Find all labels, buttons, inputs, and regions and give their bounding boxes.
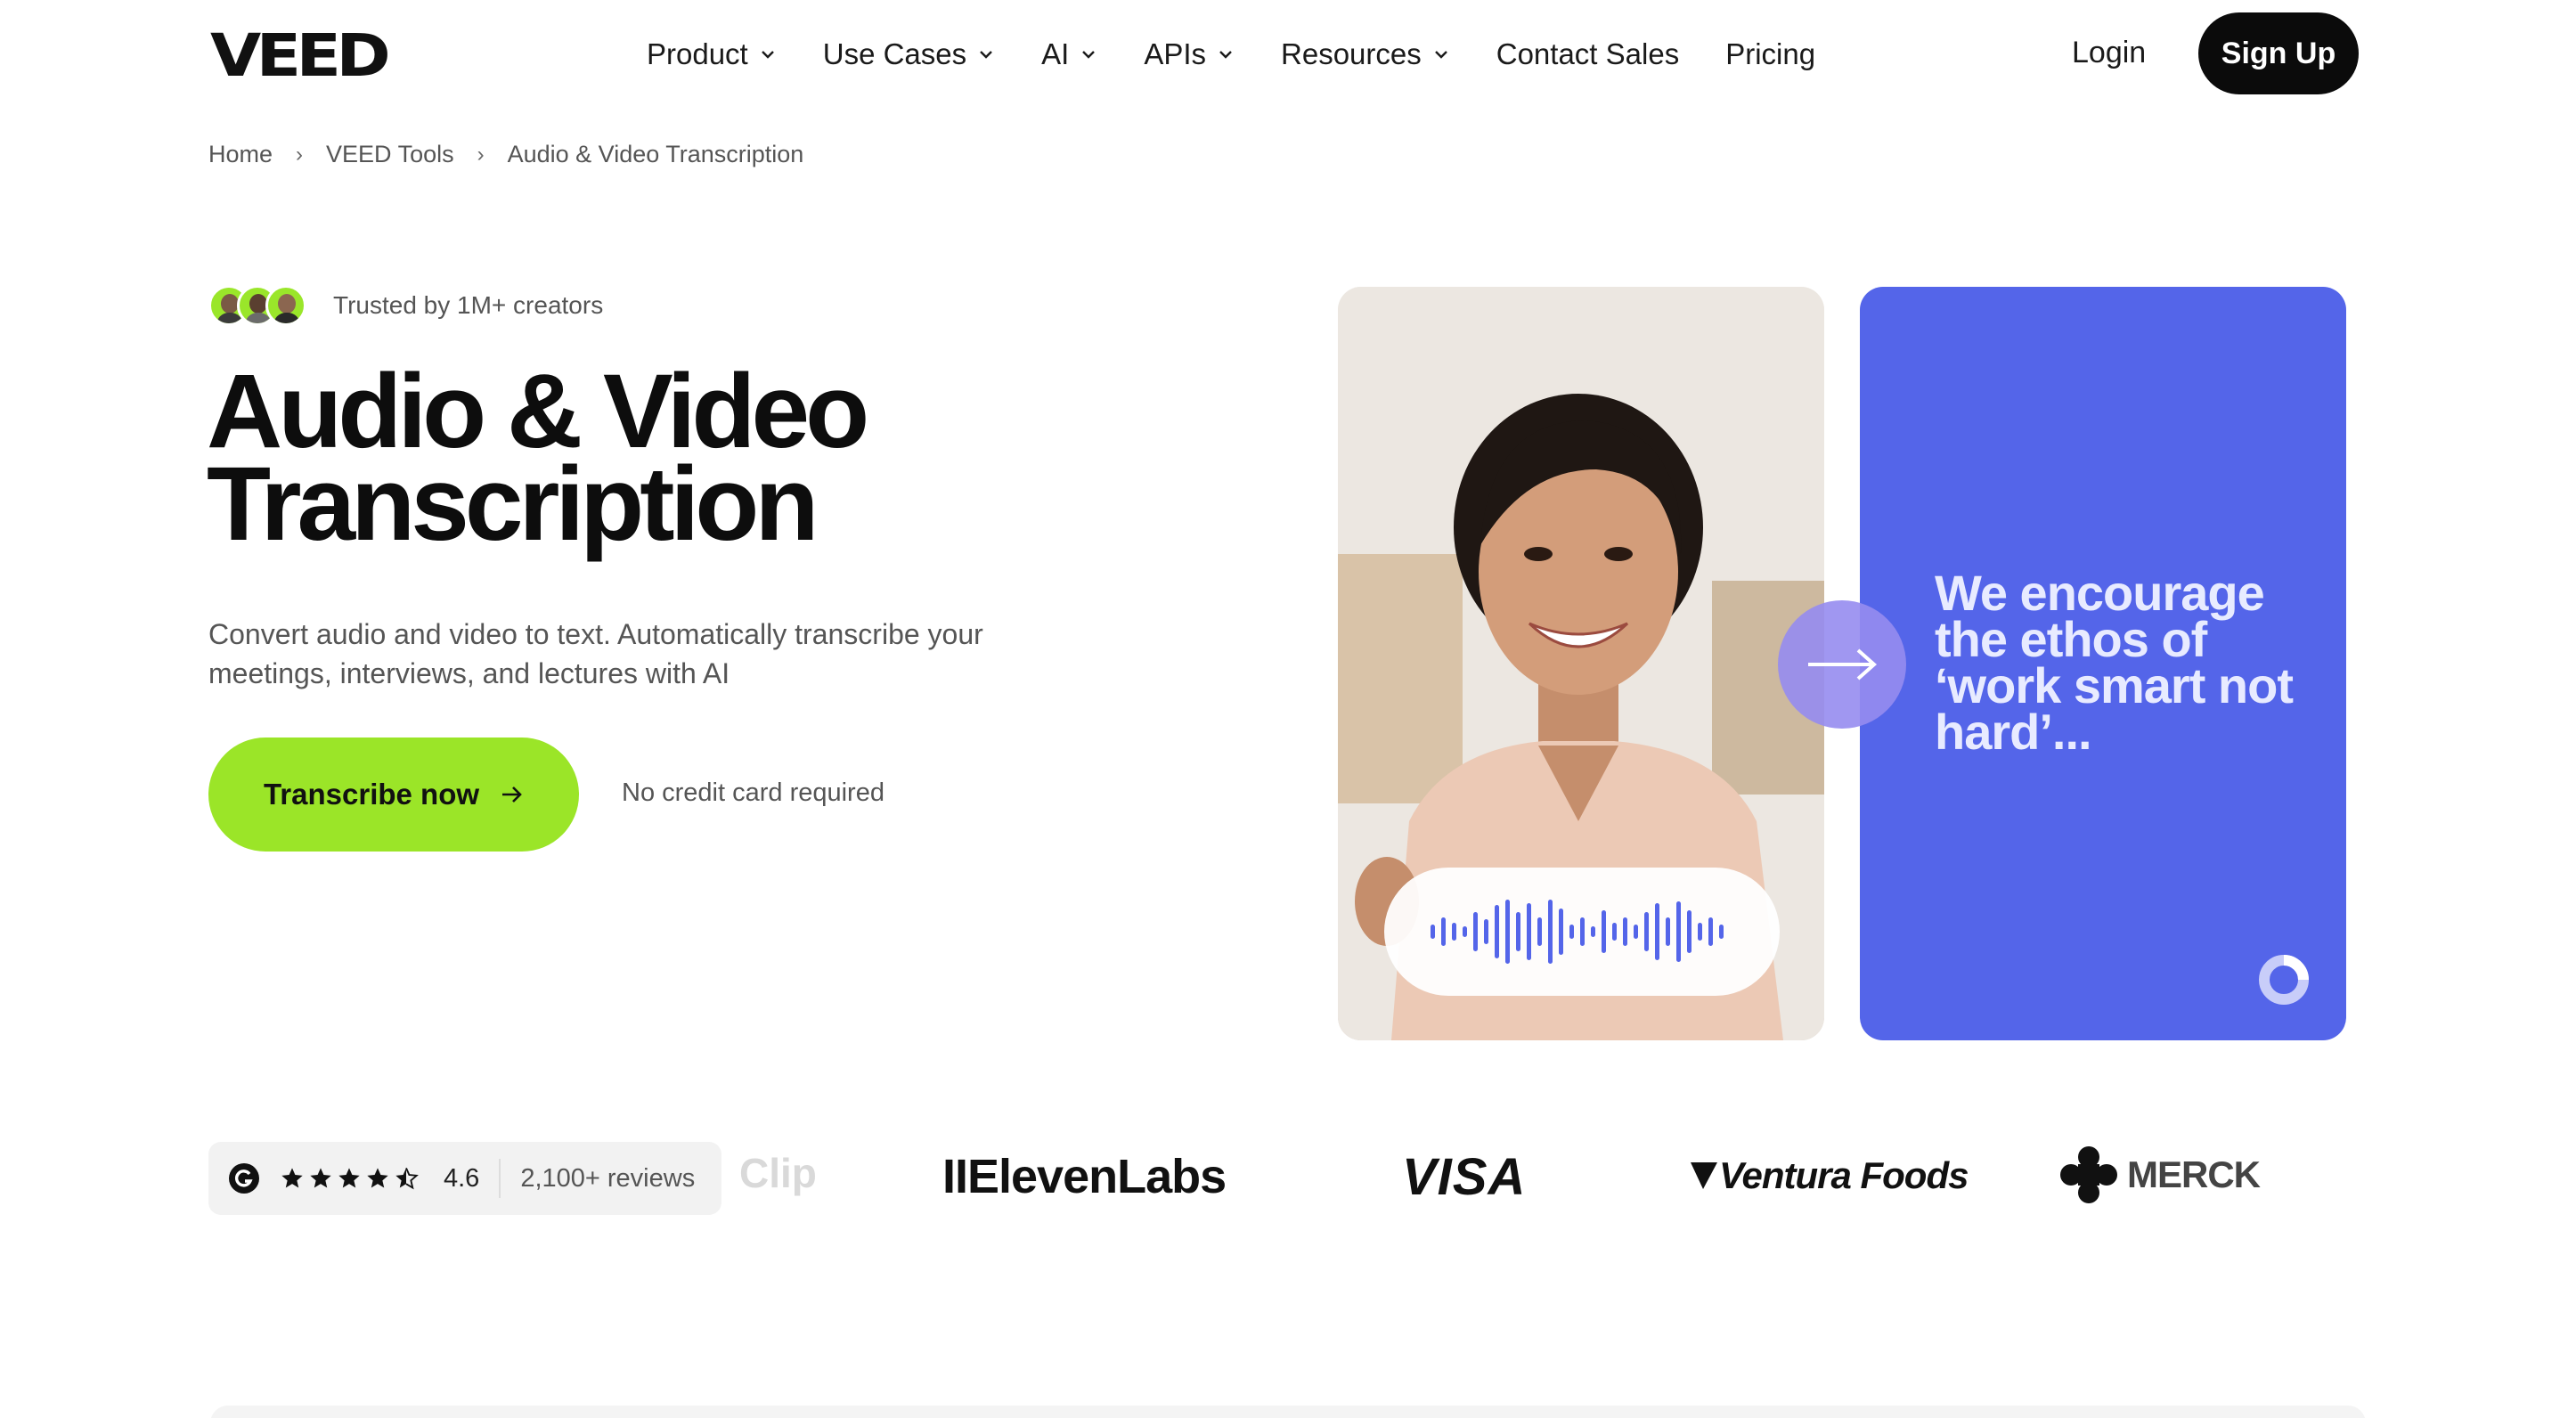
speaker-photo — [1338, 287, 1824, 1040]
star-icon — [310, 1168, 331, 1188]
divider — [499, 1159, 501, 1198]
star-icon — [367, 1168, 388, 1188]
caption-quote: We encourage the ethos of ‘work smart no… — [1935, 565, 2294, 760]
login-link[interactable]: Login — [2072, 36, 2146, 70]
nav-pricing-label: Pricing — [1725, 37, 1816, 70]
nav-contact-sales[interactable]: Contact Sales — [1496, 37, 1679, 71]
nav-resources[interactable]: Resources — [1281, 37, 1450, 71]
arrow-right-icon — [502, 786, 522, 803]
nav-pricing[interactable]: Pricing — [1725, 37, 1815, 71]
waveform-icon — [1431, 900, 1724, 964]
nav-use-cases-label: Use Cases — [822, 37, 967, 70]
star-rating — [280, 1166, 422, 1191]
star-icon — [281, 1168, 303, 1188]
loading-spinner-icon — [2259, 955, 2309, 1005]
half-star-icon — [395, 1167, 419, 1190]
nav-ai-label: AI — [1041, 37, 1070, 70]
main-nav: Product Use Cases AI APIs Resources Cont… — [647, 32, 1862, 77]
star-icon — [338, 1168, 360, 1188]
g2-reviews-badge[interactable]: 4.6 2,100+ reviews — [208, 1142, 721, 1215]
nav-apis[interactable]: APIs — [1144, 37, 1235, 71]
caption-card: We encourage the ethos of ‘work smart no… — [1860, 287, 2346, 1040]
merck-mark-icon — [2060, 1146, 2117, 1203]
ventura-mark-icon — [1691, 1162, 1717, 1189]
elevenlabs-logo: IIElevenLabs — [942, 1150, 1227, 1203]
chevron-right-icon: › — [296, 142, 304, 167]
breadcrumb-home[interactable]: Home — [208, 141, 273, 168]
chevron-right-icon: › — [477, 142, 485, 167]
next-arrow-button[interactable] — [1778, 600, 1906, 729]
cta-label: Transcribe now — [263, 778, 480, 811]
avatar — [265, 285, 306, 326]
ventura-foods-text: Ventura Foods — [1719, 1154, 1969, 1196]
trust-text: Trusted by 1M+ creators — [333, 291, 604, 319]
title-line-2: Transcription — [207, 445, 819, 563]
rating-value: 4.6 — [444, 1163, 480, 1193]
transcribe-now-button[interactable]: Transcribe now — [208, 738, 579, 852]
chevron-down-icon — [1082, 51, 1096, 59]
trust-badge: Trusted by 1M+ creators — [208, 285, 603, 326]
merck-logo: MERCK — [2059, 1145, 2261, 1204]
merck-text: MERCK — [2127, 1153, 2261, 1195]
visa-logo: VISA — [1402, 1148, 1527, 1206]
nav-apis-label: APIs — [1144, 37, 1207, 70]
chevron-down-icon — [980, 51, 992, 59]
hero-subtitle: Convert audio and video to text. Automat… — [208, 618, 983, 689]
nav-contact-sales-label: Contact Sales — [1496, 37, 1680, 70]
audio-waveform-pill — [1384, 868, 1780, 996]
nav-ai[interactable]: AI — [1041, 37, 1097, 71]
site-header: VEED Product Use Cases AI APIs Resources… — [0, 0, 2576, 107]
veed-logo[interactable]: VEED — [210, 27, 391, 86]
breadcrumb-current: Audio & Video Transcription — [507, 141, 804, 167]
review-count: 2,100+ reviews — [520, 1163, 696, 1193]
next-section-panel — [210, 1406, 2366, 1418]
g2-logo-icon — [229, 1163, 259, 1194]
signup-button[interactable]: Sign Up — [2198, 12, 2359, 94]
ventura-foods-logo: Ventura Foods — [1689, 1154, 1969, 1197]
creator-avatars — [208, 285, 308, 326]
breadcrumb-veed-tools[interactable]: VEED Tools — [326, 141, 454, 168]
chevron-down-icon — [761, 51, 774, 59]
breadcrumb: Home › VEED Tools › Audio & Video Transc… — [208, 141, 803, 168]
opusclip-logo-partial: Clip — [739, 1150, 817, 1196]
nav-product[interactable]: Product — [647, 37, 777, 71]
nav-product-label: Product — [647, 37, 748, 70]
nav-use-cases[interactable]: Use Cases — [823, 37, 995, 71]
no-credit-card-note: No credit card required — [622, 778, 884, 807]
page-title: Audio & Video Transcription — [207, 353, 869, 563]
chevron-down-icon — [1434, 51, 1447, 59]
chevron-down-icon — [1219, 51, 1232, 59]
arrow-right-icon — [1808, 648, 1878, 680]
nav-resources-label: Resources — [1281, 37, 1422, 70]
title-line-1: Audio & Video — [207, 353, 869, 470]
